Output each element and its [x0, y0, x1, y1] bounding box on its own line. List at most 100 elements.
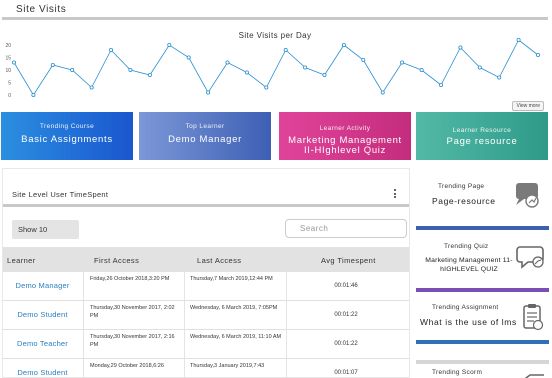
trending-page-card[interactable]: Trending Page Page-resource	[416, 168, 549, 230]
site-visits-chart: Site Visits per Day 0 5 10 15 20	[5, 31, 541, 99]
learner-activity-label: Learner Activity	[319, 125, 371, 132]
view-more-button[interactable]: View more	[512, 101, 544, 111]
timespent-title: Site Level User TimeSpent	[12, 190, 109, 199]
learner-activity-value: Marketing Management II-HIghlevel Quiz	[288, 135, 402, 156]
avg-timespent-cell: 00:01:22	[334, 312, 358, 318]
data-point	[322, 73, 327, 78]
table-row: Demo Student Thursday,30 November 2017, …	[3, 301, 409, 330]
table-row: Demo Student Monday,29 October 2018,6:26…	[3, 359, 409, 378]
y-tick-label: 15	[5, 56, 11, 62]
data-point	[128, 68, 133, 73]
table-header: Learner First Access Last Access Avg Tim…	[3, 247, 409, 272]
data-point	[109, 47, 114, 52]
learner-link[interactable]: Demo Student	[3, 359, 82, 378]
trending-course-value: Basic Assignments	[21, 134, 113, 145]
search-input[interactable]: Search	[285, 219, 407, 238]
data-point	[400, 60, 405, 65]
trending-assignment-bar	[416, 340, 549, 344]
data-point	[225, 60, 230, 65]
show-entries-select[interactable]: Show 10	[12, 220, 79, 239]
quiz-chat-icon	[516, 246, 544, 269]
data-point	[438, 83, 443, 88]
data-point	[419, 68, 424, 73]
learner-resource-card[interactable]: Learner Resource Page resource	[416, 112, 548, 160]
data-point	[341, 42, 346, 47]
column-header-avg-timespent[interactable]: Avg Timespent	[321, 256, 376, 265]
top-learner-label: Top Learner	[185, 123, 225, 130]
data-point	[361, 58, 366, 63]
table-row: Demo Teacher Thursday,30 November 2017, …	[3, 330, 409, 359]
trending-quiz-label: Trending Quiz	[444, 243, 489, 250]
data-point	[264, 85, 269, 90]
data-point	[70, 68, 75, 73]
column-header-learner[interactable]: Learner	[7, 256, 36, 265]
y-tick-label: 10	[5, 68, 11, 74]
first-access-cell: Friday,26 October 2018,3:20 PM	[90, 276, 170, 282]
timespent-panel: Site Level User TimeSpent Show 10 Search…	[2, 168, 410, 378]
column-divider	[184, 272, 185, 378]
avg-timespent-cell: 00:01:22	[334, 341, 358, 347]
learner-link[interactable]: Demo Manager	[3, 272, 82, 300]
y-tick-label: 0	[8, 93, 11, 99]
data-point	[167, 42, 172, 47]
data-point	[536, 52, 541, 57]
last-access-cell: Thursday,7 March 2019,12:44 PM	[190, 276, 273, 282]
column-header-last-access[interactable]: Last Access	[197, 256, 241, 265]
column-divider	[83, 272, 84, 378]
data-point	[458, 45, 463, 50]
scorm-icon	[524, 374, 544, 378]
trending-scorm-card[interactable]: Trending Scorm	[416, 360, 549, 378]
trending-assignment-value: What is the use of lms	[420, 317, 517, 327]
trending-quiz-card[interactable]: Trending Quiz Marketing Management 11-hI…	[416, 236, 549, 292]
table-row: Demo Manager Friday,26 October 2018,3:20…	[3, 272, 409, 301]
y-tick-label: 5	[8, 81, 11, 87]
trending-course-card[interactable]: Trending Course Basic Assignments	[1, 112, 133, 160]
trending-assignment-card[interactable]: Trending Assignment What is the use of l…	[416, 296, 549, 344]
assignment-icon	[523, 304, 544, 331]
data-point	[244, 70, 249, 75]
page-icon	[516, 183, 539, 208]
last-access-cell: Wednesday, 6 March 2019, 7:05PM	[190, 305, 278, 311]
data-point	[89, 85, 94, 90]
data-point	[380, 90, 385, 95]
data-point	[477, 65, 482, 70]
column-header-first-access[interactable]: First Access	[94, 256, 139, 265]
last-access-cell: Thursday,3 January 2019,7:43	[190, 363, 265, 369]
trending-page-bar	[416, 226, 549, 230]
data-point	[186, 55, 191, 60]
trending-assignment-label: Trending Assignment	[432, 304, 499, 311]
data-point	[50, 63, 55, 68]
last-access-cell: Wednesday, 6 March 2019, 11:10 AM	[190, 334, 282, 340]
data-point	[31, 93, 36, 98]
trending-scorm-label: Trending Scorm	[432, 369, 483, 376]
trending-page-label: Trending Page	[438, 183, 485, 190]
avg-timespent-cell: 00:01:46	[334, 283, 358, 289]
chart-title: Site Visits per Day	[239, 31, 312, 40]
data-point	[516, 37, 521, 42]
trending-course-label: Trending Course	[39, 123, 95, 130]
first-access-cell: Thursday,30 November 2017, 2:16 PM	[90, 334, 175, 348]
learner-activity-card[interactable]: Learner Activity Marketing Management II…	[279, 112, 411, 160]
first-access-cell: Monday,29 October 2018,6:26	[90, 363, 164, 369]
trending-page-value: Page-resource	[432, 196, 496, 206]
top-learner-card[interactable]: Top Learner Demo Manager	[139, 112, 271, 160]
data-point	[283, 47, 288, 52]
timespent-header: Site Level User TimeSpent	[3, 169, 409, 207]
data-point	[147, 73, 152, 78]
data-point	[206, 90, 211, 95]
site-visits-panel: Site Visits Site Visits per Day 0 5 10 15 20 …	[2, 0, 548, 111]
data-point	[11, 60, 16, 65]
more-options-icon[interactable]	[393, 189, 397, 201]
learner-link[interactable]: Demo Teacher	[3, 330, 82, 358]
first-access-cell: Thursday,30 November 2017, 2:02 PM	[90, 305, 175, 319]
site-visits-header: Site Visits	[2, 0, 548, 20]
column-divider	[286, 272, 287, 378]
learner-link[interactable]: Demo Student	[3, 301, 82, 329]
learner-resource-value: Page resource	[446, 136, 518, 147]
learner-resource-label: Learner Resource	[452, 127, 512, 134]
trending-quiz-bar	[416, 288, 549, 292]
y-tick-label: 20	[5, 43, 11, 49]
avg-timespent-cell: 00:01:07	[334, 370, 358, 376]
site-visits-title: Site Visits	[16, 4, 67, 15]
data-point	[497, 75, 502, 80]
